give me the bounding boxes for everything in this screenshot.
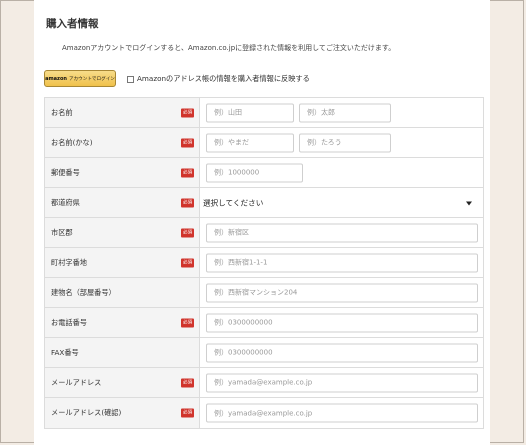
form-row-prefecture: 都道府県 必須 選択してください bbox=[45, 188, 483, 218]
field-label-cell: メールアドレス 必須 bbox=[45, 368, 200, 397]
form-row-name-kana: お名前(かな) 必須 例）やまだ 例）たろう bbox=[45, 128, 483, 158]
required-badge: 必須 bbox=[181, 228, 195, 237]
required-badge: 必須 bbox=[181, 408, 195, 418]
field-label-cell: 市区郡 必須 bbox=[45, 218, 200, 247]
first-name-input[interactable]: 例）太郎 bbox=[299, 103, 391, 122]
required-badge: 必須 bbox=[181, 378, 195, 387]
field-label: 郵便番号 bbox=[51, 167, 80, 177]
required-badge: 必須 bbox=[181, 318, 195, 327]
field-input-cell: 例）新宿区 bbox=[200, 218, 483, 247]
building-input[interactable]: 例）西新宿マンション204 bbox=[206, 283, 478, 302]
form-row-city: 市区郡 必須 例）新宿区 bbox=[45, 218, 483, 248]
field-input-cell: 例）yamada@example.co.jp bbox=[200, 368, 483, 397]
field-input-cell: 例）西新宿1-1-1 bbox=[200, 248, 483, 277]
postal-code-input[interactable]: 例）1000000 bbox=[206, 163, 303, 182]
purchaser-form: お名前 必須 例）山田 例）太郎 お名前(かな) 必須 例）やまだ 例）たろう … bbox=[44, 97, 484, 429]
field-input-cell: 例）0300000000 bbox=[200, 338, 483, 367]
required-badge: 必須 bbox=[181, 138, 195, 147]
required-badge: 必須 bbox=[181, 168, 195, 177]
field-label: 建物名（部屋番号） bbox=[51, 287, 116, 297]
field-label-cell: メールアドレス(確認) 必須 bbox=[45, 398, 200, 428]
last-name-input[interactable]: 例）山田 bbox=[206, 103, 294, 122]
form-row-street: 町村字番地 必須 例）西新宿1-1-1 bbox=[45, 248, 483, 278]
field-label: メールアドレス bbox=[51, 377, 102, 387]
field-label: FAX番号 bbox=[51, 347, 79, 357]
last-name-kana-input[interactable]: 例）やまだ bbox=[206, 133, 294, 152]
phone-input[interactable]: 例）0300000000 bbox=[206, 313, 478, 332]
field-label: お名前(かな) bbox=[51, 137, 93, 147]
reflect-address-option[interactable]: Amazonのアドレス帳の情報を購入者情報に反映する bbox=[127, 74, 310, 84]
field-label-cell: お名前 必須 bbox=[45, 98, 200, 127]
field-label-cell: 町村字番地 必須 bbox=[45, 248, 200, 277]
form-row-name: お名前 必須 例）山田 例）太郎 bbox=[45, 98, 483, 128]
form-row-email-confirm: メールアドレス(確認) 必須 例）yamada@example.co.jp bbox=[45, 398, 483, 428]
field-label-cell: お名前(かな) 必須 bbox=[45, 128, 200, 157]
field-label: 町村字番地 bbox=[51, 257, 87, 267]
form-row-phone: お電話番号 必須 例）0300000000 bbox=[45, 308, 483, 338]
field-input-cell: 選択してください bbox=[200, 188, 483, 217]
purchaser-info-panel: 購入者情報 Amazonアカウントでログインすると、Amazon.co.jpに登… bbox=[34, 0, 490, 445]
form-row-email: メールアドレス 必須 例）yamada@example.co.jp bbox=[45, 368, 483, 398]
first-name-kana-input[interactable]: 例）たろう bbox=[299, 133, 391, 152]
required-badge: 必須 bbox=[181, 258, 195, 267]
reflect-address-checkbox[interactable] bbox=[127, 75, 134, 83]
field-label-cell: 建物名（部屋番号） bbox=[45, 278, 200, 307]
field-input-cell: 例）山田 例）太郎 bbox=[200, 98, 483, 127]
field-label: お名前 bbox=[51, 107, 73, 117]
street-address-input[interactable]: 例）西新宿1-1-1 bbox=[206, 253, 478, 272]
field-label-cell: 都道府県 必須 bbox=[45, 188, 200, 217]
field-label-cell: FAX番号 bbox=[45, 338, 200, 367]
required-badge: 必須 bbox=[181, 108, 195, 117]
field-label-cell: お電話番号 必須 bbox=[45, 308, 200, 337]
email-confirm-input[interactable]: 例）yamada@example.co.jp bbox=[206, 403, 478, 423]
caret-down-icon bbox=[466, 201, 472, 205]
field-input-cell: 例）1000000 bbox=[200, 158, 483, 187]
field-label: 都道府県 bbox=[51, 197, 80, 207]
field-label: 市区郡 bbox=[51, 227, 73, 237]
field-input-cell: 例）yamada@example.co.jp bbox=[200, 398, 483, 428]
amazon-login-button-label: アカウントでログイン bbox=[68, 76, 115, 82]
field-input-cell: 例）西新宿マンション204 bbox=[200, 278, 483, 307]
field-label-cell: 郵便番号 必須 bbox=[45, 158, 200, 187]
form-row-postal-code: 郵便番号 必須 例）1000000 bbox=[45, 158, 483, 188]
field-label: お電話番号 bbox=[51, 317, 87, 327]
form-row-fax: FAX番号 例）0300000000 bbox=[45, 338, 483, 368]
field-label: メールアドレス(確認) bbox=[51, 408, 122, 417]
prefecture-select[interactable]: 選択してください bbox=[202, 193, 478, 212]
email-input[interactable]: 例）yamada@example.co.jp bbox=[206, 373, 478, 392]
amazon-logo-icon: amazon bbox=[45, 75, 67, 82]
city-input[interactable]: 例）新宿区 bbox=[206, 223, 478, 242]
required-badge: 必須 bbox=[181, 198, 195, 207]
reflect-address-label: Amazonのアドレス帳の情報を購入者情報に反映する bbox=[137, 74, 310, 83]
form-row-building: 建物名（部屋番号） 例）西新宿マンション204 bbox=[45, 278, 483, 308]
fax-input[interactable]: 例）0300000000 bbox=[206, 343, 478, 362]
amazon-login-description: Amazonアカウントでログインすると、Amazon.co.jpに登録された情報… bbox=[62, 44, 396, 52]
prefecture-select-value: 選択してください bbox=[203, 198, 264, 207]
field-input-cell: 例）やまだ 例）たろう bbox=[200, 128, 483, 157]
section-title: 購入者情報 bbox=[46, 18, 99, 30]
field-input-cell: 例）0300000000 bbox=[200, 308, 483, 337]
amazon-login-button[interactable]: amazon アカウントでログイン bbox=[44, 70, 116, 87]
